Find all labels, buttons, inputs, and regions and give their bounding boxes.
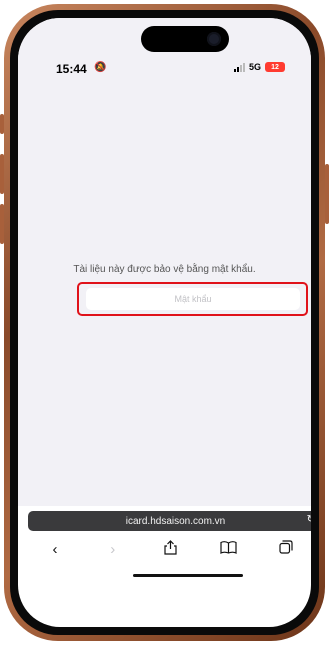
network-label: 5G (248, 62, 261, 72)
battery-icon: 12 (265, 62, 285, 72)
back-icon[interactable]: ‹ (44, 541, 66, 558)
phone-screen: 15:44 🔕 5G 12 Tài liệu này được bảo vệ b… (18, 18, 311, 627)
protected-document-message: Tài liệu này được bảo vệ bằng mật khẩu. (73, 264, 256, 275)
reload-icon[interactable]: ↻ (307, 514, 311, 525)
web-page (18, 18, 311, 506)
volume-down-button (0, 204, 4, 244)
password-highlight-box (77, 282, 308, 316)
action-button (0, 114, 4, 134)
tabs-icon[interactable] (275, 540, 297, 558)
phone-frame: 15:44 🔕 5G 12 Tài liệu này được bảo vệ b… (0, 4, 329, 641)
home-indicator[interactable] (133, 574, 243, 577)
share-icon[interactable] (160, 539, 182, 559)
forward-icon[interactable]: › (102, 541, 124, 558)
power-button (325, 164, 329, 224)
camera-icon (207, 32, 221, 46)
status-indicators: 5G 12 (233, 62, 285, 72)
address-bar[interactable]: icard.hdsaison.com.vn ↻ (28, 511, 311, 531)
signal-icon (233, 62, 245, 72)
bell-slash-icon: 🔕 (94, 62, 107, 73)
url-text: icard.hdsaison.com.vn (125, 515, 226, 527)
status-time: 15:44 (56, 62, 87, 76)
bookmarks-icon[interactable] (217, 540, 239, 558)
battery-level: 12 (271, 63, 279, 71)
dynamic-island (141, 26, 229, 52)
phone-bezel: 15:44 🔕 5G 12 Tài liệu này được bảo vệ b… (10, 10, 319, 635)
browser-nav: ‹ › (18, 538, 311, 560)
volume-up-button (0, 154, 4, 194)
